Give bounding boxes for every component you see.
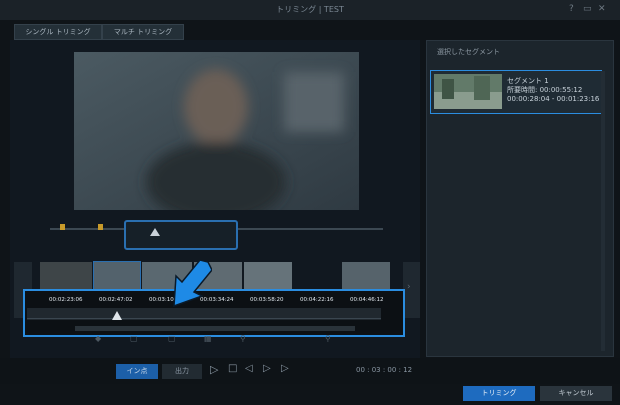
cancel-button[interactable]: キャンセル xyxy=(540,386,612,401)
tab-multi-trim[interactable]: マルチ トリミング xyxy=(102,24,184,40)
ruler-tick-label: 00:02:23:06 xyxy=(49,297,83,303)
tool-icon[interactable]: ▢ xyxy=(168,334,176,343)
edit-toolbar: ◆ ▢ ▢ ▦ ⚲ ⚲ xyxy=(90,334,390,344)
ruler-tick-label: 00:04:22:16 xyxy=(300,297,334,303)
playhead-icon[interactable] xyxy=(150,228,160,236)
ruler-baseline xyxy=(27,318,381,319)
selected-segments-panel: 選択したセグメント セグメント 1 所要時間: 00:00:55:12 00:0… xyxy=(426,40,614,357)
stop-icon[interactable]: □ xyxy=(228,363,237,374)
segment-thumbnail xyxy=(434,74,502,109)
minimize-icon[interactable]: ▭ xyxy=(583,4,592,14)
trim-button[interactable]: トリミング xyxy=(463,386,535,401)
close-icon[interactable]: ✕ xyxy=(598,4,606,14)
thumbnail xyxy=(342,262,390,290)
segment-range: 00:00:28:04 - 00:01:23:16 xyxy=(507,95,600,103)
next-frame-icon[interactable]: ▷ xyxy=(263,363,271,374)
tool-icon[interactable]: ▢ xyxy=(130,334,138,343)
tab-single-trim[interactable]: シングル トリミング xyxy=(14,24,102,40)
playhead-marker-icon[interactable] xyxy=(112,311,122,320)
segment-item[interactable]: セグメント 1 所要時間: 00:00:55:12 00:00:28:04 - … xyxy=(430,70,602,114)
timecode-display[interactable]: 00 : 03 : 00 : 12 xyxy=(356,366,412,374)
zoom-in-icon[interactable]: ⚲ xyxy=(325,334,331,343)
mark-out-button[interactable]: 出力 xyxy=(162,364,202,379)
chevron-right-icon: › xyxy=(407,282,411,292)
ruler-tick-label: 00:02:47:02 xyxy=(99,297,133,303)
title-bar: トリミング | TEST ? ▭ ✕ xyxy=(0,0,620,20)
timeline-ruler[interactable]: 00:02:23:06 00:02:47:02 00:03:10:2 00:03… xyxy=(23,289,405,337)
callout-arrow-icon xyxy=(173,260,212,308)
playback-bar: イン点 出力 ▷ □ ◁ ▷ ▷ 00 : 03 : 00 : 12 xyxy=(0,358,620,384)
zoom-out-icon[interactable]: ⚲ xyxy=(240,334,246,343)
zoom-window[interactable] xyxy=(124,220,238,250)
panel-scrollbar[interactable] xyxy=(601,71,605,351)
tool-icon[interactable]: ◆ xyxy=(95,334,101,343)
fast-forward-icon[interactable]: ▷ xyxy=(281,363,289,374)
play-icon[interactable]: ▷ xyxy=(210,363,218,376)
ruler-tick-label: 00:03:58:20 xyxy=(250,297,284,303)
ruler-tick-label: 00:04:46:12 xyxy=(350,297,384,303)
mark-out-handle[interactable] xyxy=(98,224,103,230)
mark-in-button[interactable]: イン点 xyxy=(116,364,158,379)
scroll-right-button[interactable]: › xyxy=(403,262,420,318)
previous-frame-icon[interactable]: ◁ xyxy=(245,363,253,374)
segment-duration: 所要時間: 00:00:55:12 xyxy=(507,86,583,94)
tool-icon[interactable]: ▦ xyxy=(204,334,212,343)
window-title: トリミング | TEST xyxy=(276,5,344,14)
thumbnail xyxy=(40,262,92,290)
mark-in-handle[interactable] xyxy=(60,224,65,230)
thumbnail xyxy=(93,261,141,291)
thumbnail xyxy=(244,262,292,290)
timeline-scrollbar[interactable] xyxy=(75,326,355,331)
help-icon[interactable]: ? xyxy=(569,4,574,14)
video-preview xyxy=(74,52,359,210)
panel-header: 選択したセグメント xyxy=(437,48,500,56)
segment-name: セグメント 1 xyxy=(507,77,549,85)
